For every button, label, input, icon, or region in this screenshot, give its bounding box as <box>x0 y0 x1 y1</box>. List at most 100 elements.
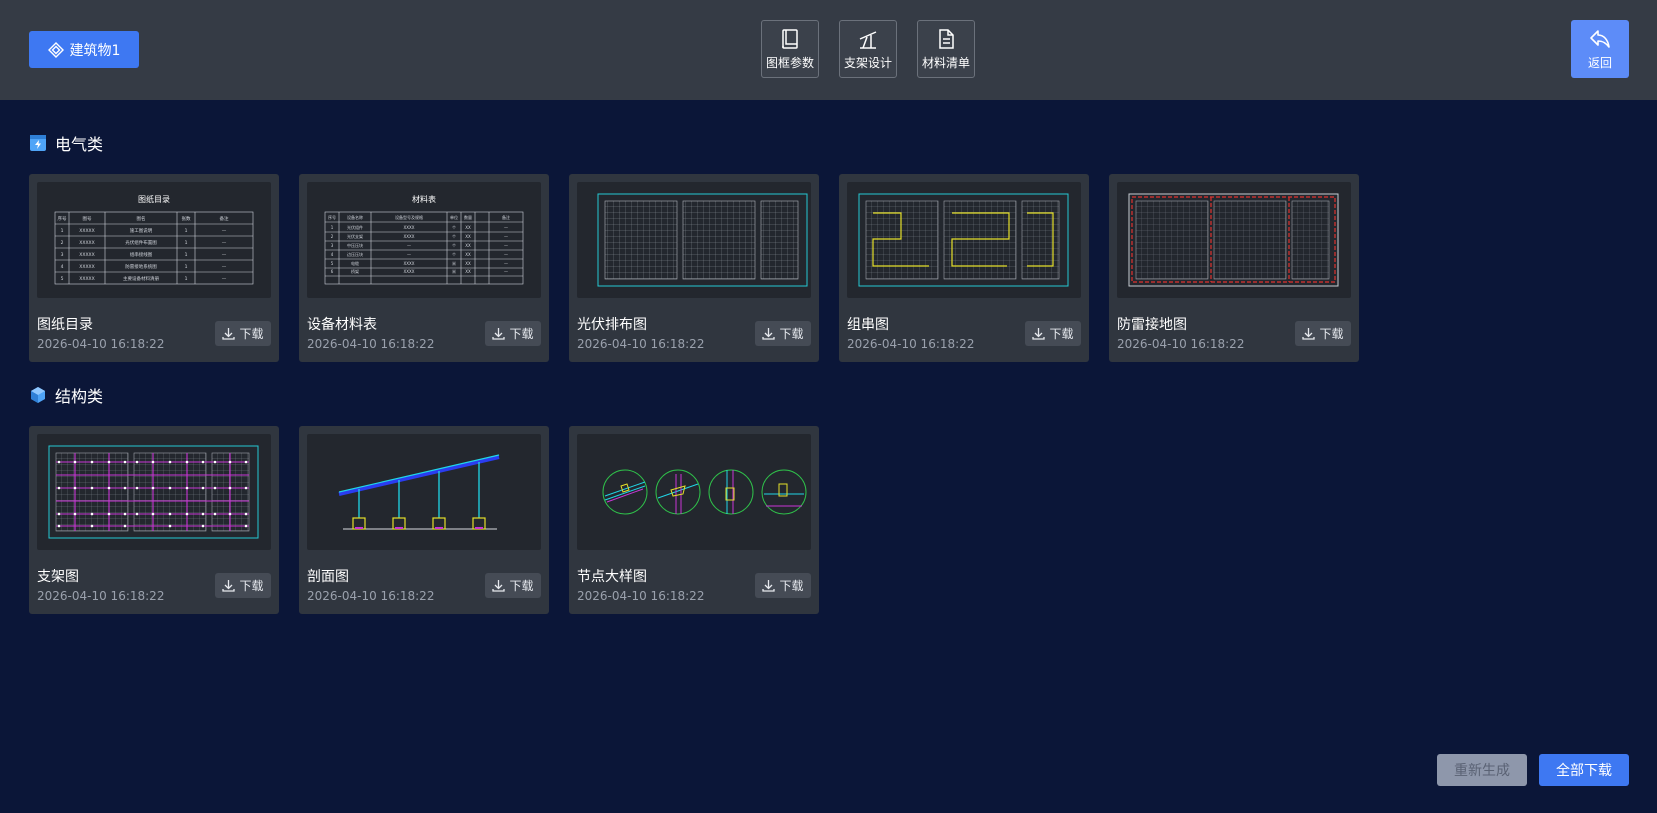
download-label: 下载 <box>239 579 264 593</box>
download-label: 下载 <box>509 327 534 341</box>
back-button[interactable]: 返回 <box>1571 20 1629 78</box>
section-title-structural: 结构类 <box>29 383 103 407</box>
svg-text:XX: XX <box>465 252 471 257</box>
drawing-thumbnail: 图纸目录 序号 图号 图名 张数 备注 1 XXXXX 施工图说明 1 — 2 XXXXX 光伏组件… <box>37 182 271 298</box>
download-label: 下载 <box>779 327 804 341</box>
drawing-card-catalog[interactable]: 图纸目录 序号 图号 图名 张数 备注 1 XXXXX 施工图说明 1 — 2 XXXXX 光伏组件… <box>29 174 279 362</box>
drawing-card-material-table[interactable]: 材料表 序号 设备名称 设备型号及规格 单位 数量 备注 1 光伏组件 XXXX 个 XX — <box>299 174 549 362</box>
thumb-title: 材料表 <box>412 194 436 204</box>
svg-text:个: 个 <box>452 225 456 230</box>
svg-text:设备型号及规格: 设备型号及规格 <box>395 214 423 220</box>
drawing-thumbnail <box>577 434 811 550</box>
drawing-card-bracket[interactable]: 支架图 2026-04-10 16:18:22 下载 <box>29 426 279 614</box>
svg-text:XX: XX <box>465 243 471 248</box>
tool-label: 图框参数 <box>765 55 814 70</box>
download-all-button[interactable]: 全部下载 <box>1539 754 1629 786</box>
svg-text:1: 1 <box>61 228 64 234</box>
download-icon <box>762 580 776 592</box>
drawing-card-grounding[interactable]: 防雷接地图 2026-04-10 16:18:22 下载 <box>1109 174 1359 362</box>
svg-text:XXXX: XXXX <box>404 269 415 274</box>
drawing-name: 图纸目录 <box>37 317 93 333</box>
svg-text:5: 5 <box>61 276 64 282</box>
svg-text:—: — <box>504 269 508 274</box>
svg-text:边压压块: 边压压块 <box>347 251 363 257</box>
svg-text:XX: XX <box>465 261 471 266</box>
drawing-card-string[interactable]: 组串图 2026-04-10 16:18:22 下载 <box>839 174 1089 362</box>
regenerate-button[interactable]: 重新生成 <box>1437 754 1527 786</box>
svg-text:1: 1 <box>331 225 334 230</box>
download-button[interactable]: 下载 <box>485 573 541 598</box>
svg-text:3: 3 <box>331 243 334 248</box>
svg-text:—: — <box>504 243 508 248</box>
download-icon <box>222 580 236 592</box>
svg-text:3: 3 <box>61 252 64 258</box>
svg-text:—: — <box>222 241 227 246</box>
svg-text:XXXXX: XXXXX <box>79 252 94 258</box>
svg-text:光伏支架: 光伏支架 <box>347 233 363 239</box>
building-label: 建筑物1 <box>69 42 121 59</box>
drawing-date: 2026-04-10 16:18:22 <box>307 337 435 351</box>
download-label: 下载 <box>509 579 534 593</box>
building-selector-button[interactable]: 建筑物1 <box>29 31 139 68</box>
drawing-thumbnail <box>847 182 1081 298</box>
download-button[interactable]: 下载 <box>755 573 811 598</box>
svg-text:电缆: 电缆 <box>351 260 359 266</box>
download-button[interactable]: 下载 <box>215 573 271 598</box>
svg-text:XXXXX: XXXXX <box>79 240 94 246</box>
svg-text:桥架: 桥架 <box>351 268 359 274</box>
drawing-date: 2026-04-10 16:18:22 <box>37 589 165 603</box>
svg-text:XX: XX <box>465 234 471 239</box>
bracket-design-button[interactable]: 支架设计 <box>839 20 897 78</box>
svg-text:备注: 备注 <box>220 215 229 222</box>
tool-label: 支架设计 <box>843 55 892 70</box>
download-label: 下载 <box>1049 327 1074 341</box>
drawing-name: 防雷接地图 <box>1117 317 1187 333</box>
svg-text:光伏组件布置图: 光伏组件布置图 <box>125 239 157 246</box>
svg-text:XX: XX <box>465 225 471 230</box>
drawing-card-section[interactable]: 剖面图 2026-04-10 16:18:22 下载 <box>299 426 549 614</box>
drawing-thumbnail: 材料表 序号 设备名称 设备型号及规格 单位 数量 备注 1 光伏组件 XXXX 个 XX — <box>307 182 541 298</box>
download-button[interactable]: 下载 <box>485 321 541 346</box>
svg-text:1: 1 <box>185 240 188 246</box>
svg-text:—: — <box>222 277 227 282</box>
svg-text:个: 个 <box>452 234 456 239</box>
svg-text:主要设备材料清册: 主要设备材料清册 <box>123 275 159 282</box>
frame-params-button[interactable]: 图框参数 <box>761 20 819 78</box>
svg-text:单位: 单位 <box>450 214 458 220</box>
drawing-date: 2026-04-10 16:18:22 <box>37 337 165 351</box>
thumb-title: 图纸目录 <box>138 194 170 204</box>
drawing-thumbnail <box>307 434 541 550</box>
download-icon <box>492 328 506 340</box>
drawing-thumbnail <box>1117 182 1351 298</box>
svg-text:光伏组件: 光伏组件 <box>347 224 363 230</box>
download-button[interactable]: 下载 <box>1295 321 1351 346</box>
download-icon <box>1302 328 1316 340</box>
drawing-thumbnail <box>37 434 271 550</box>
svg-text:1: 1 <box>185 276 188 282</box>
drawing-name: 组串图 <box>847 317 889 333</box>
svg-text:张数: 张数 <box>182 215 191 222</box>
download-label: 下载 <box>779 579 804 593</box>
drawing-name: 设备材料表 <box>307 317 377 333</box>
download-button[interactable]: 下载 <box>1025 321 1081 346</box>
svg-text:图名: 图名 <box>137 215 146 222</box>
download-label: 下载 <box>239 327 264 341</box>
download-button[interactable]: 下载 <box>755 321 811 346</box>
svg-text:中压压块: 中压压块 <box>347 242 363 248</box>
svg-text:2: 2 <box>331 234 334 239</box>
download-button[interactable]: 下载 <box>215 321 271 346</box>
back-label: 返回 <box>1587 55 1612 70</box>
back-arrow-icon <box>1590 29 1610 48</box>
drawing-card-pv-layout[interactable]: 光伏排布图 2026-04-10 16:18:22 下载 <box>569 174 819 362</box>
material-list-button[interactable]: 材料清单 <box>917 20 975 78</box>
building-icon <box>47 41 64 58</box>
drawing-date: 2026-04-10 16:18:22 <box>577 589 705 603</box>
svg-text:—: — <box>222 229 227 234</box>
drawing-date: 2026-04-10 16:18:22 <box>1117 337 1245 351</box>
svg-text:XXXX: XXXX <box>404 234 415 239</box>
svg-text:序号: 序号 <box>328 214 336 220</box>
svg-text:1: 1 <box>185 252 188 258</box>
svg-text:个: 个 <box>452 252 456 257</box>
drawing-card-node-detail[interactable]: 节点大样图 2026-04-10 16:18:22 下载 <box>569 426 819 614</box>
drawing-date: 2026-04-10 16:18:22 <box>847 337 975 351</box>
